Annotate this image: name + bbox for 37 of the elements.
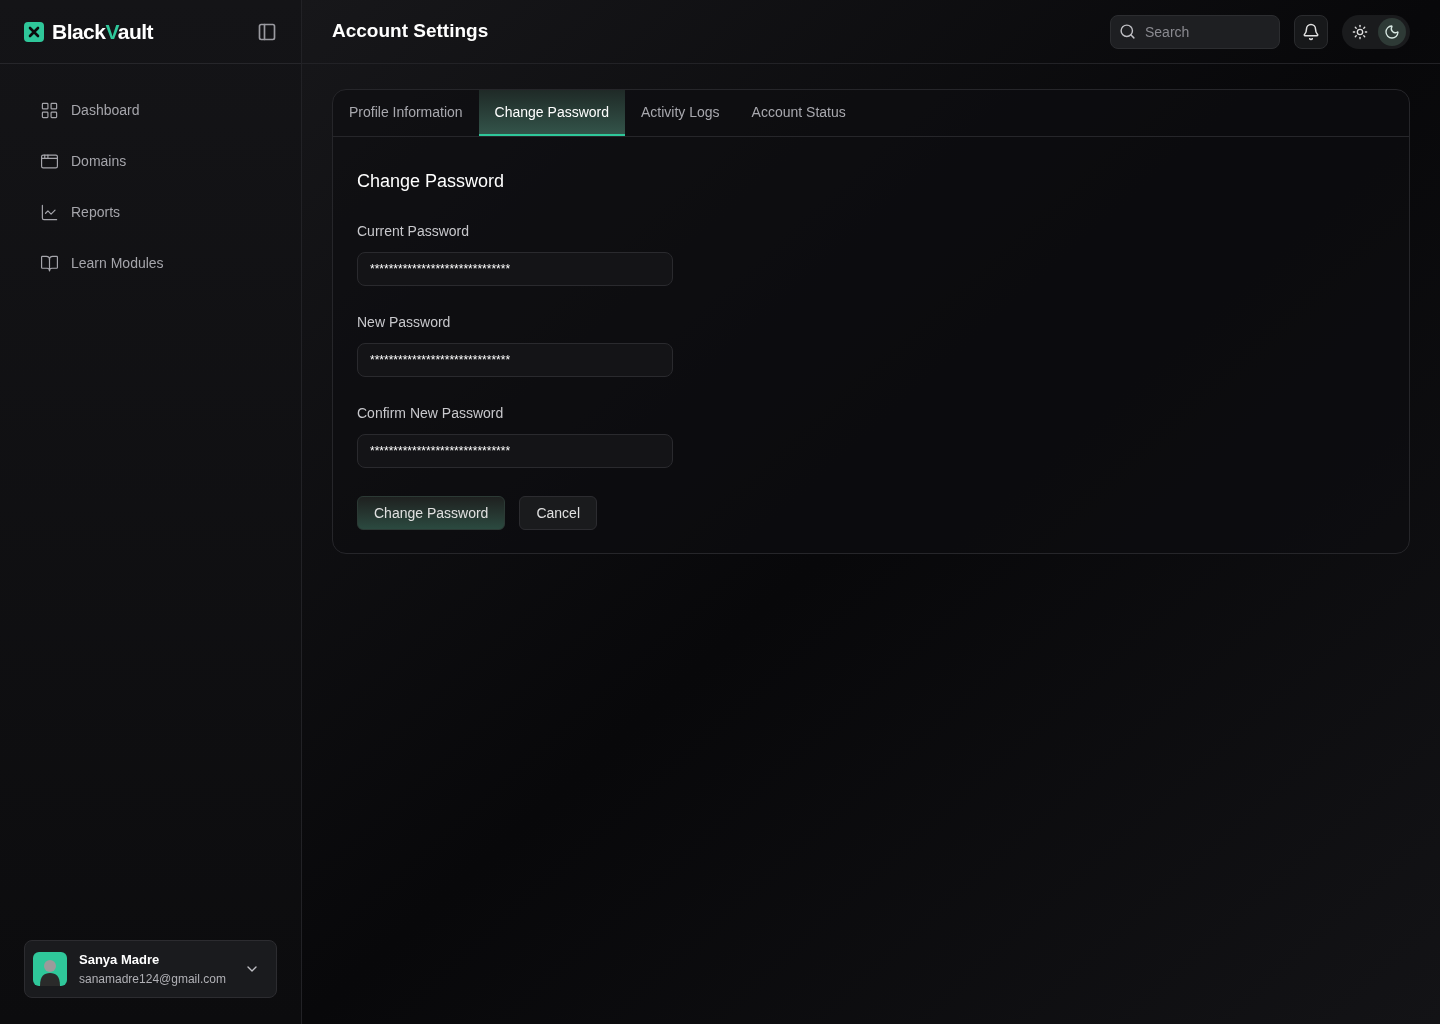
field-label: New Password bbox=[357, 313, 452, 332]
section-title: Change Password bbox=[357, 170, 506, 193]
field-label: Current Password bbox=[357, 222, 471, 241]
tab[interactable]: Account Status bbox=[735, 90, 862, 136]
field-label: Confirm New Password bbox=[357, 404, 505, 423]
avatar bbox=[33, 952, 67, 986]
bell-icon bbox=[1302, 22, 1320, 41]
notification-button[interactable] bbox=[1294, 14, 1328, 49]
change-password-button[interactable]: Change Password bbox=[357, 496, 506, 530]
sidebar-item[interactable]: Domains bbox=[40, 151, 261, 172]
browser-window-icon bbox=[40, 152, 59, 171]
dark-mode-option[interactable] bbox=[1378, 17, 1406, 46]
search-icon bbox=[1119, 22, 1136, 40]
logo-icon bbox=[24, 21, 44, 42]
user-name: Sanya Madre bbox=[79, 951, 161, 970]
user-email: sanamadre124@gmail.com bbox=[79, 970, 226, 988]
book-icon bbox=[40, 254, 59, 273]
password-field[interactable]: ****************************** bbox=[357, 343, 673, 377]
user-card[interactable]: Sanya Madre sanamadre124@gmail.com bbox=[24, 940, 277, 998]
moon-icon bbox=[1384, 23, 1400, 40]
cancel-button[interactable]: Cancel bbox=[519, 496, 597, 530]
sidebar-toggle-icon[interactable] bbox=[257, 21, 277, 42]
tab[interactable]: Activity Logs bbox=[625, 90, 736, 136]
chart-icon bbox=[40, 203, 59, 222]
sidebar-item[interactable]: Learn Modules bbox=[40, 253, 261, 274]
search-field[interactable]: Search bbox=[1110, 14, 1280, 49]
page-title: Account Settings bbox=[332, 19, 489, 44]
sun-icon bbox=[1352, 23, 1368, 40]
logo-wordmark: BlackVault bbox=[52, 18, 153, 45]
theme-toggle[interactable] bbox=[1342, 14, 1410, 49]
password-field[interactable]: ****************************** bbox=[357, 434, 673, 468]
sidebar-item[interactable]: Dashboard bbox=[40, 100, 261, 121]
tab[interactable]: Profile Information bbox=[333, 90, 479, 136]
tab[interactable]: Change Password bbox=[478, 90, 625, 136]
grid-icon bbox=[40, 101, 59, 120]
sidebar-item[interactable]: Reports bbox=[40, 202, 261, 223]
password-field[interactable]: ****************************** bbox=[357, 252, 673, 286]
